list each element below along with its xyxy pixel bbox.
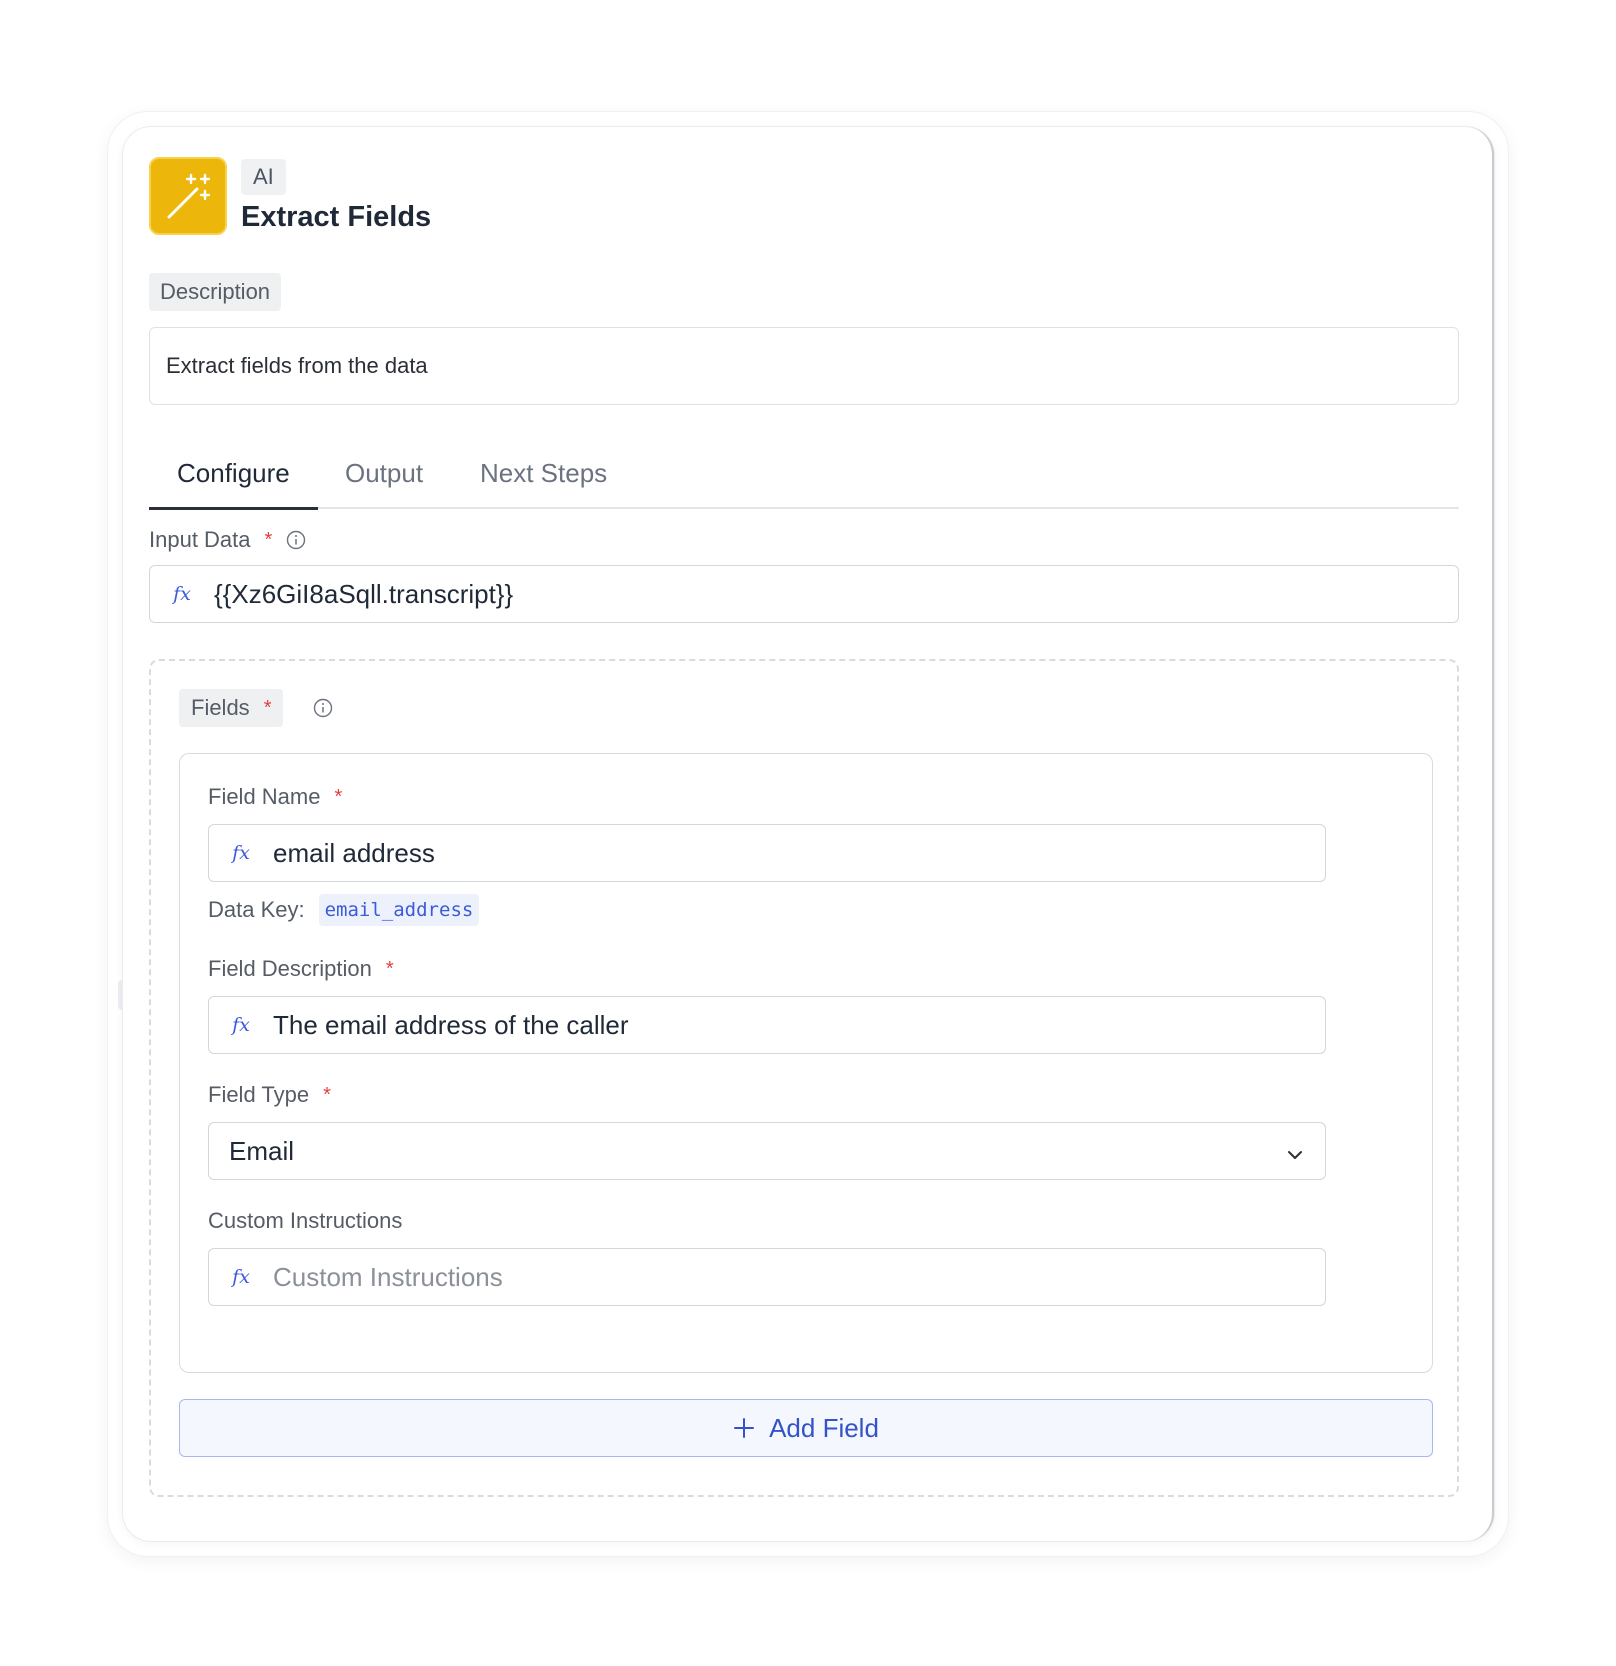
custom-instructions-label-text: Custom Instructions bbox=[208, 1208, 403, 1233]
page-title: Extract Fields bbox=[241, 201, 432, 233]
fields-label-text: Fields bbox=[191, 695, 250, 720]
data-key-label: Data Key: bbox=[208, 897, 305, 922]
field-name-value: email address bbox=[273, 837, 435, 868]
field-description-label-text: Field Description bbox=[208, 956, 372, 981]
chevron-down-icon bbox=[1285, 1141, 1305, 1172]
add-field-button[interactable]: Add Field bbox=[179, 1399, 1433, 1457]
required-marker: * bbox=[263, 697, 272, 719]
field-description-input[interactable]: fx The email address of the caller bbox=[208, 996, 1326, 1054]
field-name-label-text: Field Name bbox=[208, 784, 321, 809]
custom-instructions-label: Custom Instructions bbox=[208, 1208, 402, 1234]
field-description-value: The email address of the caller bbox=[273, 1009, 629, 1040]
field-item-card: Field Name * fx email address Data Key: … bbox=[179, 753, 1433, 1373]
field-type-select[interactable]: Email bbox=[208, 1122, 1326, 1180]
data-key-row: Data Key: email_address bbox=[208, 894, 480, 926]
input-data-label: Input Data * bbox=[149, 527, 306, 553]
required-marker: * bbox=[385, 957, 394, 980]
custom-instructions-placeholder: Custom Instructions bbox=[273, 1261, 503, 1292]
field-type-label-text: Field Type bbox=[208, 1082, 310, 1107]
category-badge: AI bbox=[241, 159, 286, 195]
step-config-panel: AI Extract Fields Description Extract fi… bbox=[123, 127, 1494, 1541]
tab-output[interactable]: Output bbox=[345, 445, 423, 509]
input-data-value: {{Xz6GiI8aSqll.transcript}} bbox=[214, 578, 514, 609]
data-key-value: email_address bbox=[318, 894, 480, 926]
input-data-field[interactable]: fx {{Xz6GiI8aSqll.transcript}} bbox=[149, 565, 1459, 623]
plus-icon bbox=[733, 1417, 755, 1439]
info-icon[interactable] bbox=[313, 698, 333, 718]
required-marker: * bbox=[323, 1083, 331, 1106]
description-label: Description bbox=[149, 273, 282, 311]
tab-configure[interactable]: Configure bbox=[149, 445, 318, 510]
fields-section: Fields * Field Name * fx email address D… bbox=[149, 659, 1459, 1497]
field-description-label: Field Description * bbox=[208, 956, 394, 982]
formula-icon: fx bbox=[232, 842, 250, 864]
required-marker: * bbox=[334, 785, 343, 808]
field-name-label: Field Name * bbox=[208, 784, 342, 810]
formula-icon: fx bbox=[232, 1014, 250, 1036]
custom-instructions-input[interactable]: fx Custom Instructions bbox=[208, 1248, 1326, 1306]
add-field-label: Add Field bbox=[769, 1412, 879, 1443]
required-marker: * bbox=[264, 528, 273, 551]
input-data-label-text: Input Data bbox=[149, 527, 251, 552]
formula-icon: fx bbox=[173, 583, 191, 605]
field-type-label: Field Type * bbox=[208, 1082, 331, 1108]
tab-next-steps[interactable]: Next Steps bbox=[480, 445, 607, 509]
fields-label: Fields * bbox=[179, 689, 284, 727]
field-type-value: Email bbox=[229, 1135, 295, 1166]
field-name-input[interactable]: fx email address bbox=[208, 824, 1326, 882]
info-icon[interactable] bbox=[286, 530, 306, 550]
description-field[interactable]: Extract fields from the data bbox=[149, 327, 1459, 405]
tab-bar: Configure Output Next Steps bbox=[149, 445, 1459, 510]
formula-icon: fx bbox=[232, 1266, 250, 1288]
magic-wand-icon bbox=[149, 157, 227, 235]
